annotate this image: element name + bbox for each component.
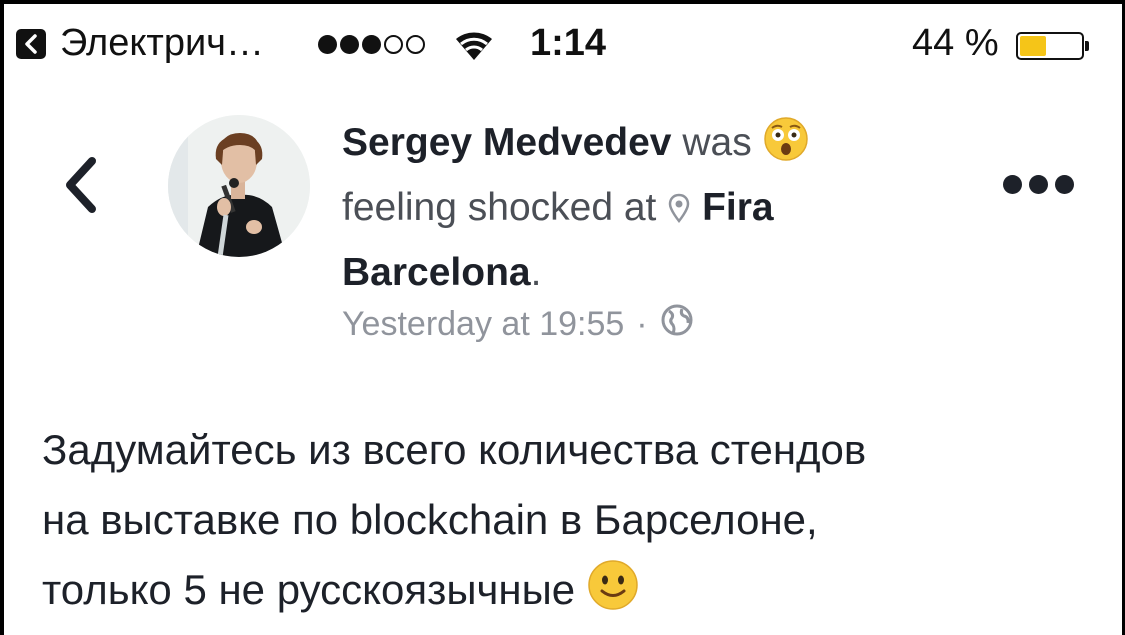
post-body-line: на выставке по blockchain в Барселоне, (42, 496, 818, 543)
post-timestamp[interactable]: Yesterday at 19:55 (342, 305, 624, 344)
period-text: . (530, 251, 542, 294)
signal-dot (340, 35, 359, 54)
signal-dot (318, 35, 337, 54)
wifi-icon (452, 26, 496, 67)
frame-border-left (0, 0, 4, 635)
shocked-face-emoji-icon (763, 116, 809, 179)
place-name-line-2[interactable]: Barcelona (342, 251, 531, 294)
post-body-line: Задумайтесь из всего количества стендов (42, 426, 867, 473)
back-to-app-label[interactable]: Электрич… (60, 22, 264, 65)
battery-icon (1016, 32, 1089, 60)
battery-percent: 44 % (912, 22, 999, 64)
map-pin-icon (667, 186, 691, 244)
frame-border-top (0, 0, 1125, 4)
post-meta: Yesterday at 19:55 · (342, 303, 694, 346)
post-body-line: только 5 не русскоязычные (42, 555, 1102, 632)
battery-level-fill (1020, 36, 1047, 56)
author-avatar[interactable] (168, 115, 310, 257)
status-bar: Электрич… 1:14 44 % (0, 10, 1125, 70)
signal-dot (384, 35, 403, 54)
battery-cap (1085, 41, 1089, 51)
more-dot (1055, 175, 1074, 194)
post-header-line-3: Barcelona. (342, 244, 962, 302)
post-header: Sergey Medvedev was feeling shocked at F… (342, 114, 962, 302)
more-dot (1003, 175, 1022, 194)
back-to-app-icon[interactable] (16, 29, 46, 59)
more-dot (1029, 175, 1048, 194)
author-name[interactable]: Sergey Medvedev (342, 121, 672, 164)
signal-dot (406, 35, 425, 54)
cellular-signal-icon (318, 35, 425, 54)
back-chevron-icon[interactable] (62, 155, 102, 215)
clock-time: 1:14 (530, 22, 607, 64)
globe-icon (660, 303, 694, 346)
feeling-text: feeling shocked at (342, 186, 657, 229)
slightly-smiling-face-emoji-icon (587, 559, 639, 632)
post-header-line-1: Sergey Medvedev was (342, 114, 962, 179)
signal-dot (362, 35, 381, 54)
post-body-line-text: только 5 не русскоязычные (42, 566, 576, 613)
post-body: Задумайтесь из всего количества стендов … (42, 415, 1102, 632)
post-header-line-2: feeling shocked at Fira (342, 179, 962, 244)
meta-separator: · (636, 305, 648, 343)
was-text: was (682, 121, 752, 164)
more-options-button[interactable] (1003, 175, 1074, 194)
place-name-line-1[interactable]: Fira (702, 186, 774, 229)
battery-body (1016, 32, 1084, 60)
